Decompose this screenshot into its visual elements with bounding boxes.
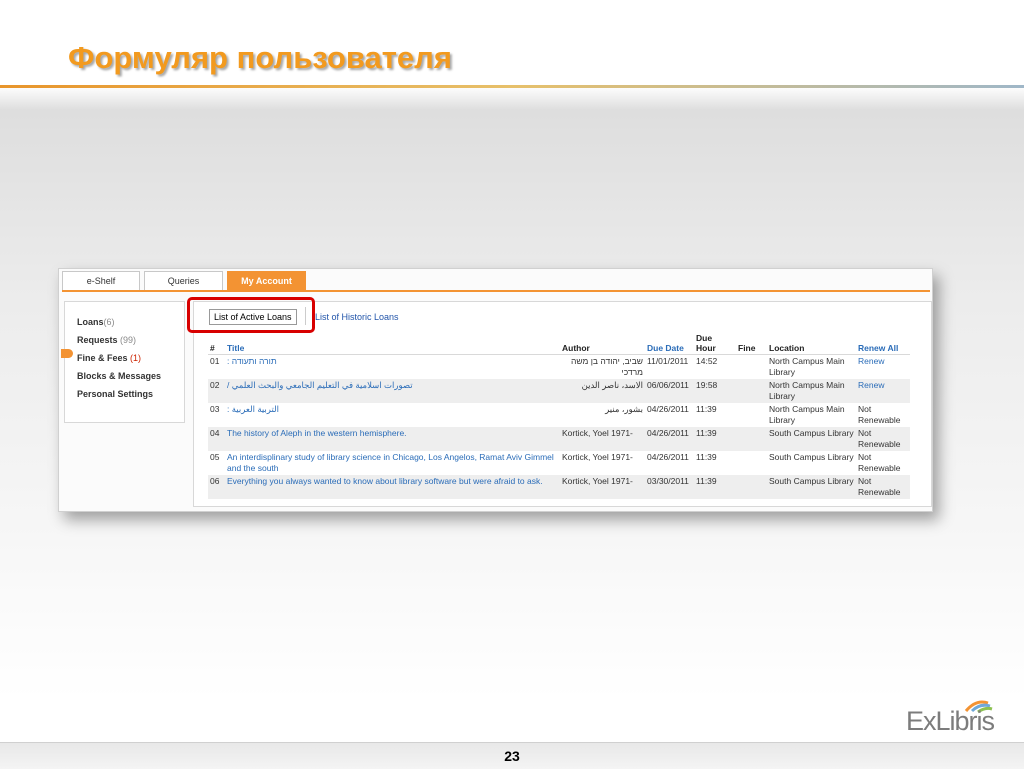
header-num: # (208, 332, 225, 355)
header-due-hour: Due Hour (694, 332, 736, 355)
row-num: 02 (208, 379, 225, 403)
tab-underline (62, 290, 930, 292)
row-fine (736, 355, 767, 380)
row-location: South Campus Library (767, 427, 856, 451)
slide-title: Формуляр пользователя (68, 40, 452, 75)
loans-table: # Title Author Due Date Due Hour Fine Lo… (208, 332, 910, 499)
row-due-hour: 11:39 (694, 475, 736, 499)
table-header-row: # Title Author Due Date Due Hour Fine Lo… (208, 332, 910, 355)
header-author: Author (560, 332, 645, 355)
logo-text: ExLibris (906, 706, 995, 736)
row-title-link[interactable]: תורה ותעודה : (225, 355, 560, 380)
table-row: 06 Everything you always wanted to know … (208, 475, 910, 499)
row-renew-status: Not Renewable (858, 452, 901, 473)
subtab-historic-loans[interactable]: List of Historic Loans (315, 312, 399, 322)
row-title-link[interactable]: التربية العربية : (225, 403, 560, 427)
header-due-date[interactable]: Due Date (645, 332, 694, 355)
row-due-hour: 11:39 (696, 452, 717, 462)
table-row: 02 تصورات اسلامية في التعليم الجامعي وال… (208, 379, 910, 403)
row-title-link[interactable]: Everything you always wanted to know abo… (225, 475, 560, 499)
row-location: North Campus Main Library (767, 379, 856, 403)
row-renew-status: Not Renewable (856, 475, 910, 499)
row-due-date: 06/06/2011 (645, 379, 694, 403)
row-fine (736, 475, 767, 499)
row-due-hour: 11:39 (696, 404, 717, 414)
tab-queries[interactable]: Queries (144, 271, 223, 290)
row-title-link[interactable]: An interdisplinary study of library scie… (225, 451, 560, 475)
account-sidebar: Loans(6) Requests (99) Fine & Fees (1) B… (61, 301, 185, 423)
sidebar-item-fine-fees[interactable]: Fine & Fees (1) (77, 353, 141, 363)
row-title-link[interactable]: The history of Aleph in the western hemi… (225, 427, 560, 451)
row-num: 03 (210, 404, 220, 414)
renew-all-link[interactable]: Renew All (856, 332, 910, 355)
table-row: 01 תורה ותעודה : שביב, יהודה בן משה מרדכ… (208, 355, 910, 380)
tab-e-shelf[interactable]: e-Shelf (62, 271, 140, 290)
row-due-hour: 11:39 (694, 427, 736, 451)
row-renew-status: Not Renewable (856, 427, 910, 451)
tab-my-account[interactable]: My Account (227, 271, 306, 290)
row-location: North Campus Main Library (769, 356, 845, 377)
row-num: 01 (210, 356, 220, 366)
sidebar-item-requests[interactable]: Requests (99) (77, 335, 136, 345)
row-num: 04 (208, 427, 225, 451)
header-location: Location (767, 332, 856, 355)
table-row: 04 The history of Aleph in the western h… (208, 427, 910, 451)
row-due-date: 04/26/2011 (647, 404, 689, 414)
row-due-date: 11/01/2011 (647, 356, 689, 366)
top-tabs: e-Shelf Queries My Account (62, 271, 930, 290)
row-due-hour: 14:52 (696, 356, 718, 366)
row-author: שביב, יהודה בן משה מרדכי (571, 356, 643, 377)
row-location: North Campus Main Library (769, 404, 845, 425)
table-row: 03 التربية العربية : بشور، منير 04/26/20… (208, 403, 910, 427)
row-author: Kortick, Yoel 1971- (560, 475, 645, 499)
sidebar-item-blocks-messages[interactable]: Blocks & Messages (77, 371, 161, 381)
row-num: 05 (210, 452, 220, 462)
row-fine (736, 451, 767, 475)
sidebar-item-personal-settings[interactable]: Personal Settings (77, 389, 153, 399)
page-number: 23 (504, 748, 520, 764)
row-due-hour: 19:58 (694, 379, 736, 403)
row-renew-link[interactable]: Renew (856, 355, 910, 380)
row-location: South Campus Library (769, 452, 854, 462)
row-due-date: 03/30/2011 (645, 475, 694, 499)
row-fine (736, 379, 767, 403)
row-due-date: 04/26/2011 (645, 427, 694, 451)
header-title[interactable]: Title (225, 332, 560, 355)
row-renew-link[interactable]: Renew (856, 379, 910, 403)
row-title-link[interactable]: تصورات اسلامية في التعليم الجامعي والبحث… (225, 379, 560, 403)
header-fine: Fine (736, 332, 767, 355)
row-num: 06 (208, 475, 225, 499)
table-row: 05 An interdisplinary study of library s… (208, 451, 910, 475)
row-fine (736, 403, 767, 427)
row-author: Kortick, Yoel 1971- (560, 427, 645, 451)
row-author: بشور، منير (605, 404, 643, 414)
row-author: الاسد، ناصر الدين (560, 379, 645, 403)
highlight-annotation (187, 297, 315, 333)
row-author: Kortick, Yoel 1971- (562, 452, 633, 462)
row-due-date: 04/26/2011 (647, 452, 689, 462)
row-renew-status: Not Renewable (858, 404, 901, 425)
row-fine (736, 427, 767, 451)
title-divider (0, 85, 1024, 88)
exlibris-logo: ExLibris (906, 697, 1012, 737)
sidebar-item-loans[interactable]: Loans(6) (77, 317, 115, 327)
active-arrow-icon (61, 349, 73, 358)
row-location: South Campus Library (767, 475, 856, 499)
